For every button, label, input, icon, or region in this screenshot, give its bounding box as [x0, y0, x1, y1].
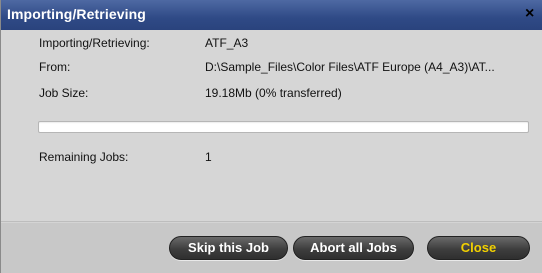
importing-label: Importing/Retrieving:: [39, 36, 150, 50]
remaining-jobs-label: Remaining Jobs:: [39, 150, 129, 164]
dialog-title: Importing/Retrieving: [7, 6, 146, 22]
title-bar[interactable]: Importing/Retrieving ×: [1, 0, 542, 30]
import-dialog: Importing/Retrieving × Importing/Retriev…: [0, 0, 542, 273]
job-size-label: Job Size:: [39, 86, 89, 100]
close-button[interactable]: Close: [427, 236, 530, 260]
remaining-jobs-value: 1: [205, 150, 212, 164]
transfer-progress-bar: [38, 121, 529, 133]
importing-value: ATF_A3: [205, 36, 249, 50]
from-value: D:\Sample_Files\Color Files\ATF Europe (…: [205, 60, 495, 74]
close-icon[interactable]: ×: [525, 4, 542, 24]
abort-all-jobs-button[interactable]: Abort all Jobs: [293, 236, 414, 260]
skip-job-button[interactable]: Skip this Job: [169, 236, 288, 260]
from-label: From:: [39, 60, 71, 74]
job-size-value: 19.18Mb (0% transferred): [205, 86, 342, 100]
